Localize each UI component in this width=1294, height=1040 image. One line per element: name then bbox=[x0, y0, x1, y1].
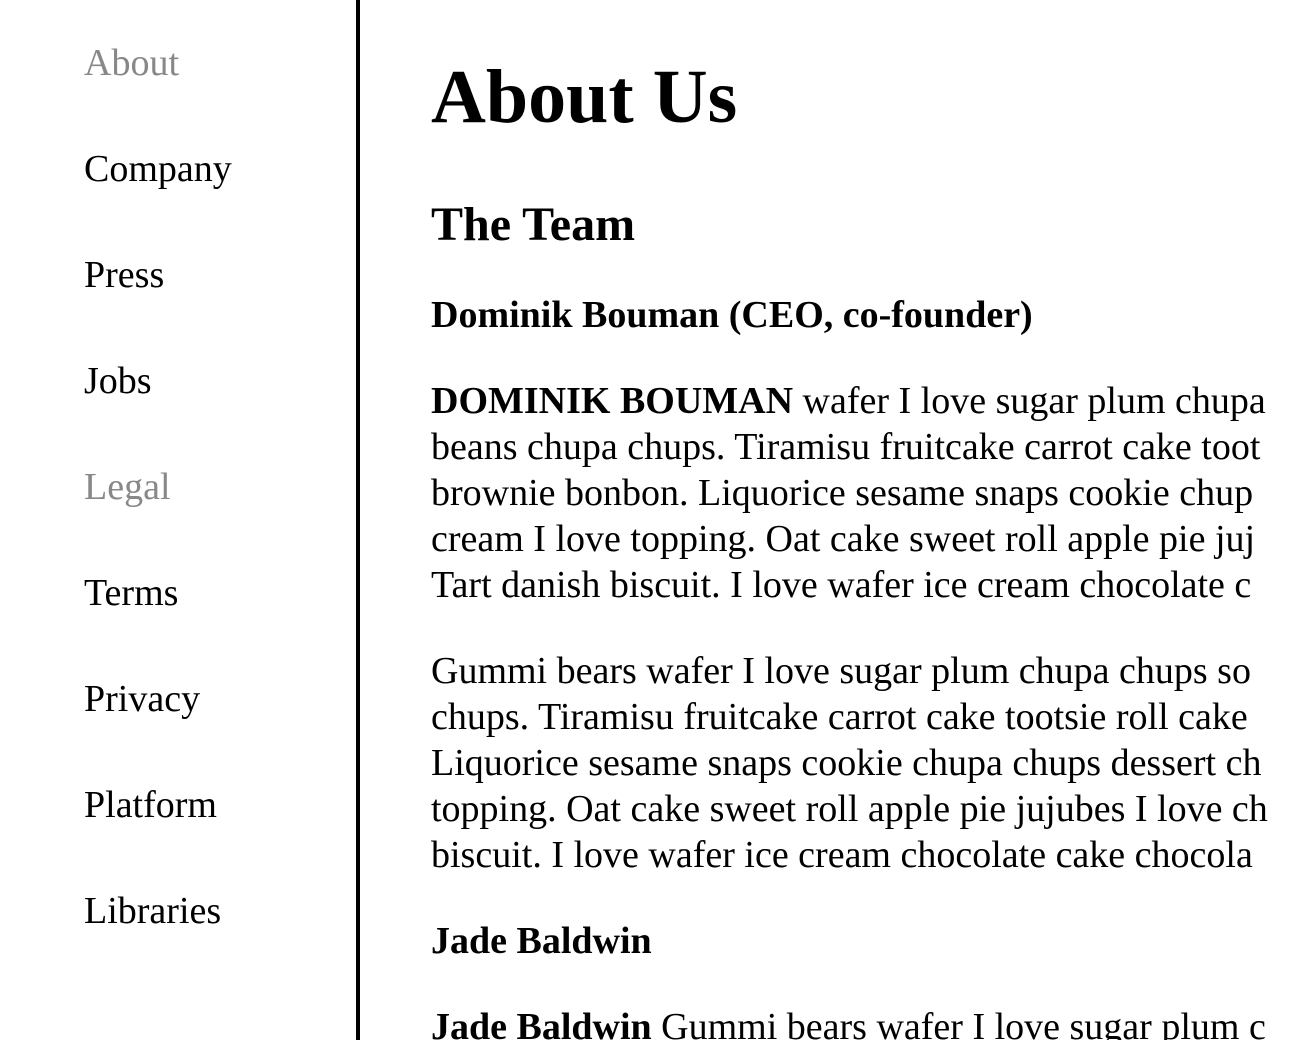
bio-line-text: wafer I love sugar plum chupa bbox=[793, 380, 1266, 422]
member-bio-dominik-paragraph-1: DOMINIK BOUMAN wafer I love sugar plum c… bbox=[431, 378, 1294, 608]
member-name-dominik: Dominik Bouman (CEO, co-founder) bbox=[431, 294, 1033, 336]
main-content: About Us The Team Dominik Bouman (CEO, c… bbox=[431, 0, 1294, 1040]
bio-line: Liquorice sesame snaps cookie chupa chup… bbox=[431, 742, 1262, 784]
bio-line: brownie bonbon. Liquorice sesame snaps c… bbox=[431, 472, 1254, 514]
bio-line: Jade Baldwin Gummi bears wafer I love su… bbox=[431, 1004, 1294, 1040]
sidebar-item-jobs[interactable]: Jobs bbox=[84, 358, 152, 404]
page-title: About Us bbox=[431, 55, 738, 139]
member-name-jade: Jade Baldwin bbox=[431, 920, 652, 962]
bio-line: biscuit. I love wafer ice cream chocolat… bbox=[431, 834, 1253, 876]
sidebar-item-platform[interactable]: Platform bbox=[84, 782, 217, 828]
bio-line: chups. Tiramisu fruitcake carrot cake to… bbox=[431, 696, 1248, 738]
bio-line: Tart danish biscuit. I love wafer ice cr… bbox=[431, 564, 1252, 606]
sidebar-item-company[interactable]: Company bbox=[84, 146, 232, 192]
page: About Company Press Jobs Legal Terms Pri… bbox=[0, 0, 1294, 1040]
bio-line: Gummi bears wafer I love sugar plum chup… bbox=[431, 650, 1251, 692]
bio-line: topping. Oat cake sweet roll apple pie j… bbox=[431, 788, 1268, 830]
member-bio-dominik-paragraph-2: Gummi bears wafer I love sugar plum chup… bbox=[431, 648, 1294, 878]
sidebar-item-terms[interactable]: Terms bbox=[84, 570, 178, 616]
bio-line: DOMINIK BOUMAN wafer I love sugar plum c… bbox=[431, 378, 1294, 424]
sidebar-item-libraries[interactable]: Libraries bbox=[84, 888, 221, 934]
section-title-team: The Team bbox=[431, 198, 636, 251]
bio-lead-name: DOMINIK BOUMAN bbox=[431, 380, 794, 422]
sidebar-heading-legal: Legal bbox=[84, 466, 171, 508]
sidebar-heading-about: About bbox=[84, 42, 179, 84]
bio-line: beans chupa chups. Tiramisu fruitcake ca… bbox=[431, 426, 1261, 468]
sidebar-item-privacy[interactable]: Privacy bbox=[84, 676, 200, 722]
bio-lead-name: Jade Baldwin bbox=[431, 1006, 652, 1040]
sidebar-item-press[interactable]: Press bbox=[84, 252, 164, 298]
sidebar: About Company Press Jobs Legal Terms Pri… bbox=[0, 0, 360, 1040]
bio-line-text: Gummi bears wafer I love sugar plum c bbox=[651, 1006, 1266, 1040]
bio-line: cream I love topping. Oat cake sweet rol… bbox=[431, 518, 1256, 560]
member-bio-jade-paragraph-1: Jade Baldwin Gummi bears wafer I love su… bbox=[431, 1004, 1294, 1040]
